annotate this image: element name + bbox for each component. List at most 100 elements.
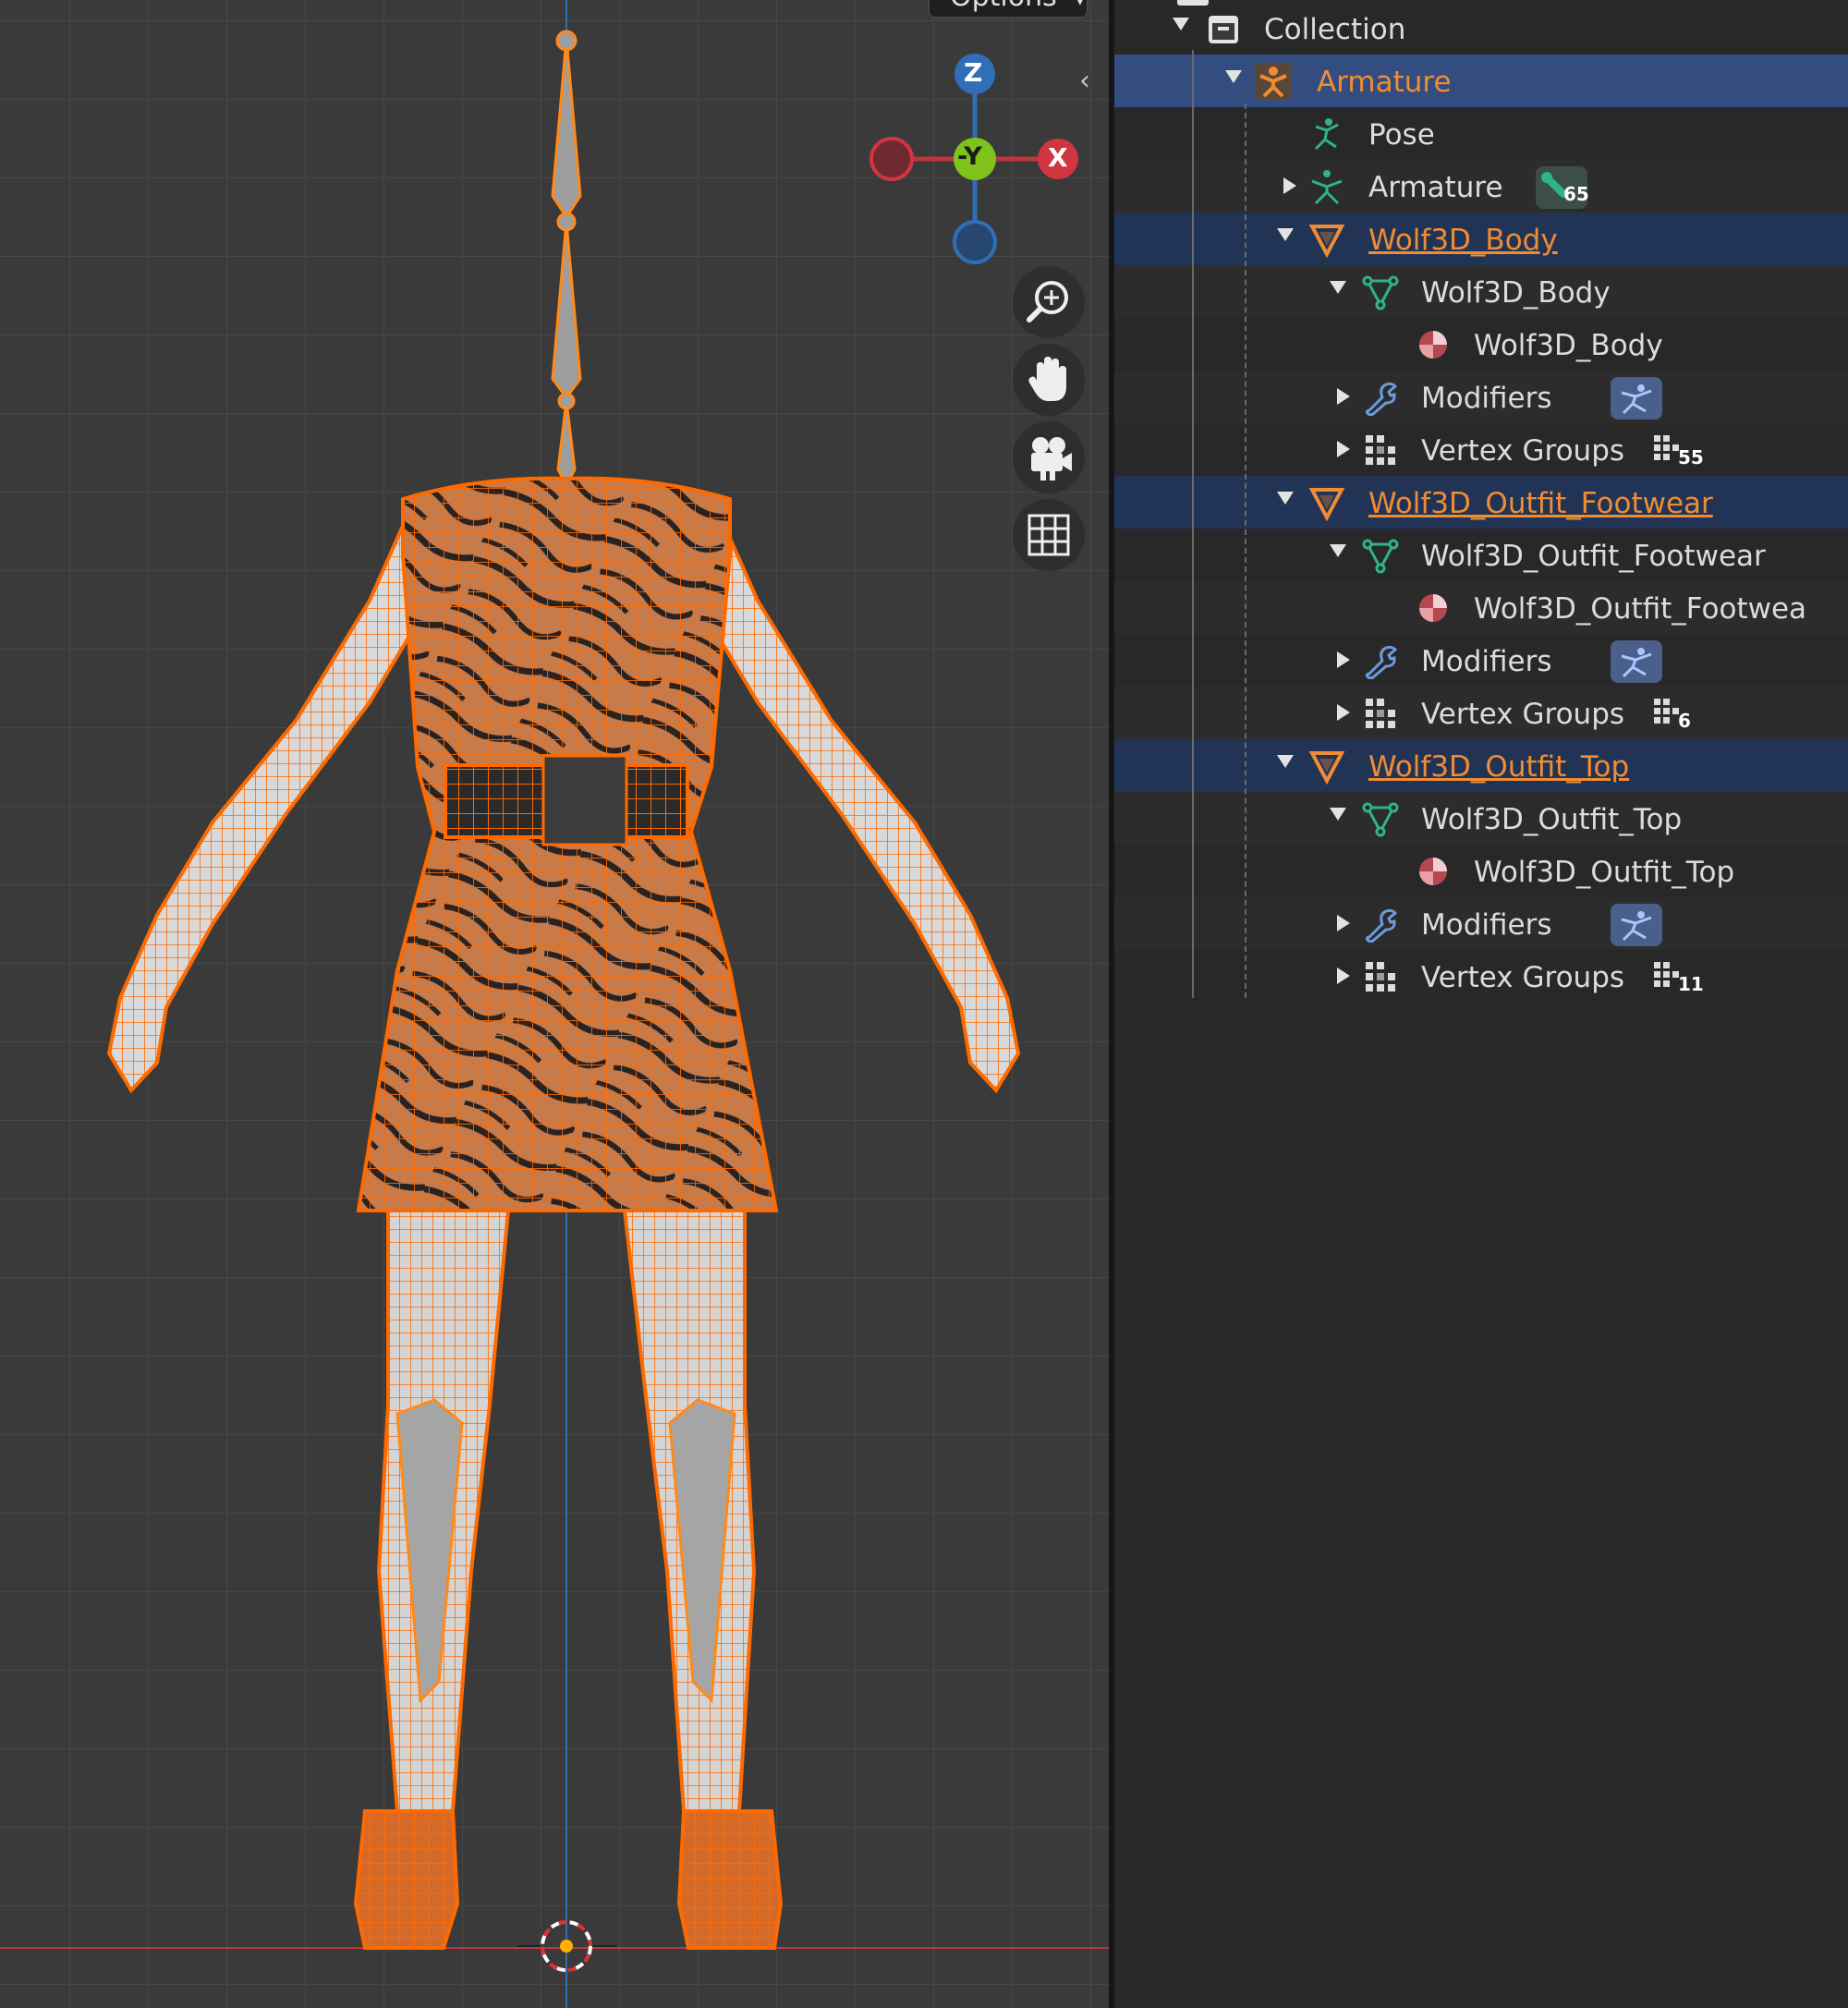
outliner-row[interactable]: Modifiers bbox=[1114, 897, 1848, 950]
chevron-left-icon[interactable]: ‹ bbox=[1079, 65, 1090, 97]
badge-count: 11 bbox=[1678, 973, 1704, 995]
disclosure-closed-icon[interactable] bbox=[1283, 177, 1296, 194]
outliner-row[interactable]: Armature bbox=[1114, 55, 1848, 107]
mesh-data-icon bbox=[1362, 537, 1399, 574]
3d-viewport[interactable]: Z -Y X O bbox=[0, 0, 1109, 2008]
armature-data-icon bbox=[1308, 168, 1345, 205]
armature-object-icon bbox=[1255, 63, 1292, 100]
outliner-row[interactable]: Wolf3D_Outfit_Footwear bbox=[1114, 529, 1848, 581]
material-icon bbox=[1415, 853, 1452, 890]
disclosure-closed-icon[interactable] bbox=[1337, 704, 1350, 721]
outliner-item-label: Wolf3D_Outfit_Footwea bbox=[1474, 592, 1807, 626]
outliner-item-label: Vertex Groups bbox=[1421, 961, 1625, 994]
outliner-row[interactable]: Wolf3D_Outfit_Footwea bbox=[1114, 581, 1848, 634]
ortho-grid-button[interactable] bbox=[1013, 499, 1085, 571]
outliner-row[interactable]: Vertex Groups 6 bbox=[1114, 687, 1848, 739]
outliner-item-label: Wolf3D_Body bbox=[1474, 329, 1663, 362]
wrench-icon bbox=[1362, 906, 1399, 943]
vertex-groups-icon bbox=[1362, 695, 1399, 732]
outliner-row[interactable]: Wolf3D_Outfit_Top bbox=[1114, 792, 1848, 845]
outliner-row[interactable]: Wolf3D_Body bbox=[1114, 265, 1848, 318]
disclosure-closed-icon[interactable] bbox=[1337, 388, 1350, 405]
vertex-group-count-badge: 11 bbox=[1650, 956, 1704, 999]
pan-hand-icon bbox=[1028, 357, 1066, 401]
zoom-button[interactable] bbox=[1013, 266, 1085, 338]
outliner-row[interactable]: Armature 65 bbox=[1114, 160, 1848, 213]
pose-icon bbox=[1308, 116, 1345, 152]
disclosure-open-icon[interactable] bbox=[1225, 70, 1242, 83]
options-dropdown[interactable]: Options ▾ bbox=[928, 0, 1088, 18]
belt-buckle bbox=[541, 754, 628, 846]
outliner-row[interactable]: Modifiers bbox=[1114, 634, 1848, 687]
outliner-item-label: Armature bbox=[1368, 171, 1503, 204]
outliner-item-label: Vertex Groups bbox=[1421, 698, 1625, 731]
disclosure-closed-icon[interactable] bbox=[1337, 441, 1350, 457]
collection-icon bbox=[1205, 10, 1242, 47]
vertex-group-count-badge: 55 bbox=[1650, 430, 1704, 472]
outliner-row[interactable]: Vertex Groups 11 bbox=[1114, 950, 1848, 1003]
armature-modifier-icon[interactable] bbox=[1611, 904, 1662, 946]
outliner-row[interactable]: Wolf3D_Outfit_Top bbox=[1114, 739, 1848, 792]
hierarchy-guide-line bbox=[1192, 50, 1194, 998]
viewport-scene[interactable] bbox=[0, 0, 1109, 2008]
badge-count: 65 bbox=[1563, 183, 1589, 205]
disclosure-closed-icon[interactable] bbox=[1337, 651, 1350, 668]
vertex-groups-icon bbox=[1362, 958, 1399, 995]
disclosure-closed-icon[interactable] bbox=[1337, 915, 1350, 931]
gizmo-z-label: Z bbox=[964, 57, 983, 88]
camera-view-icon bbox=[1031, 437, 1072, 481]
bone-count-badge: 65 bbox=[1536, 166, 1589, 209]
outliner-item-label: Wolf3D_Outfit_Top bbox=[1421, 803, 1683, 836]
outliner-item-label: Vertex Groups bbox=[1421, 434, 1625, 468]
disclosure-open-icon[interactable] bbox=[1330, 281, 1346, 294]
material-icon bbox=[1415, 326, 1452, 363]
outliner-item-label: Wolf3D_Outfit_Top bbox=[1368, 750, 1630, 784]
wrench-icon bbox=[1362, 379, 1399, 417]
outliner-row[interactable]: Wolf3D_Body bbox=[1114, 318, 1848, 371]
outliner-item-label: Armature bbox=[1317, 66, 1452, 99]
outliner-row[interactable]: Wolf3D_Outfit_Footwear bbox=[1114, 476, 1848, 529]
outliner-item-label: Modifiers bbox=[1421, 908, 1552, 942]
chevron-down-icon: ▾ bbox=[1075, 0, 1085, 11]
grid-ortho-icon bbox=[1027, 514, 1070, 556]
armature-modifier-icon[interactable] bbox=[1611, 377, 1662, 420]
gizmo-neg-x-axis bbox=[869, 137, 914, 181]
gizmo-x-label: X bbox=[1048, 142, 1068, 173]
disclosure-closed-icon[interactable] bbox=[1337, 967, 1350, 984]
outliner-item-label: Pose bbox=[1368, 118, 1435, 152]
vertex-group-count-badge: 6 bbox=[1650, 693, 1702, 736]
outliner-item-label: Modifiers bbox=[1421, 382, 1552, 415]
pan-button[interactable] bbox=[1013, 344, 1085, 416]
outliner-row[interactable]: Wolf3D_Body bbox=[1114, 213, 1848, 265]
badge-count: 6 bbox=[1678, 710, 1691, 732]
outliner-item-label: Wolf3D_Outfit_Footwear bbox=[1368, 487, 1713, 520]
outliner-item-label: Wolf3D_Body bbox=[1368, 224, 1558, 257]
outliner-panel[interactable]: Collection Armature Pose Armature 65 Wolf3D_B… bbox=[1114, 0, 1848, 2008]
options-label: Options bbox=[950, 0, 1057, 13]
vertex-groups-icon bbox=[1362, 432, 1399, 469]
outliner-row[interactable]: Pose bbox=[1114, 107, 1848, 160]
hierarchy-guide-line bbox=[1245, 103, 1246, 998]
disclosure-open-icon[interactable] bbox=[1277, 755, 1294, 768]
badge-count: 55 bbox=[1678, 446, 1704, 469]
disclosure-open-icon[interactable] bbox=[1330, 808, 1346, 821]
camera-view-button[interactable] bbox=[1013, 421, 1085, 493]
gizmo-y-label: -Y bbox=[957, 142, 982, 171]
disclosure-open-icon[interactable] bbox=[1173, 18, 1189, 30]
gizmo-neg-z-axis bbox=[953, 220, 997, 264]
outliner-row[interactable]: Wolf3D_Outfit_Top bbox=[1114, 845, 1848, 897]
armature-modifier-icon[interactable] bbox=[1611, 640, 1662, 683]
disclosure-open-icon[interactable] bbox=[1277, 492, 1294, 505]
outliner-row[interactable]: Vertex Groups 55 bbox=[1114, 423, 1848, 476]
mesh-data-icon bbox=[1362, 800, 1399, 837]
disclosure-open-icon[interactable] bbox=[1330, 544, 1346, 557]
outliner-row[interactable]: Collection bbox=[1114, 2, 1848, 55]
mesh-object-icon bbox=[1308, 748, 1345, 785]
outliner-item-label: Wolf3D_Body bbox=[1421, 276, 1611, 310]
wrench-icon bbox=[1362, 642, 1399, 680]
material-icon bbox=[1415, 590, 1452, 627]
zoom-icon bbox=[1027, 281, 1068, 322]
outliner-item-label: Wolf3D_Outfit_Top bbox=[1474, 856, 1735, 889]
disclosure-open-icon[interactable] bbox=[1277, 228, 1294, 241]
outliner-row[interactable]: Modifiers bbox=[1114, 371, 1848, 423]
